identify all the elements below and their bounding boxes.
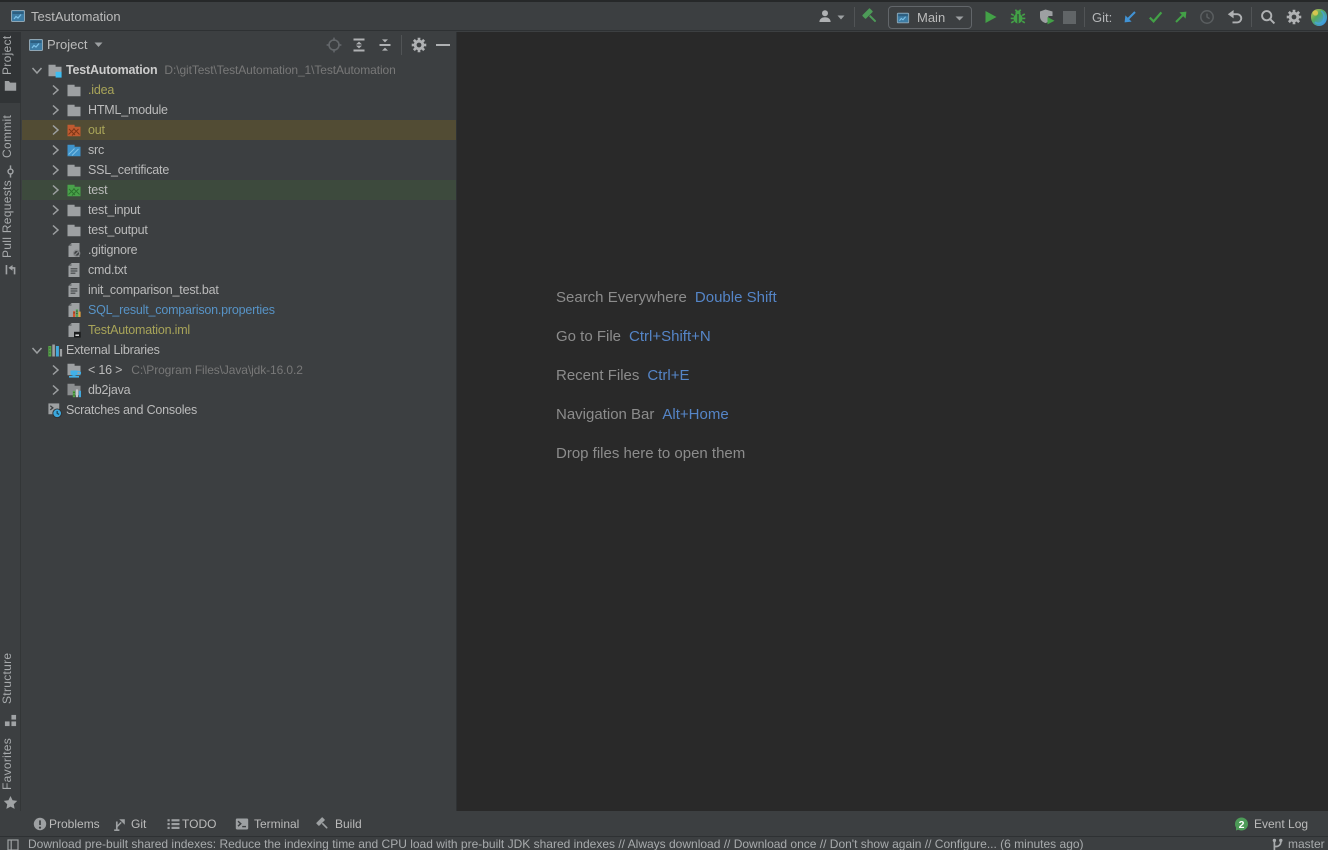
svg-text:2: 2 (1239, 819, 1245, 831)
